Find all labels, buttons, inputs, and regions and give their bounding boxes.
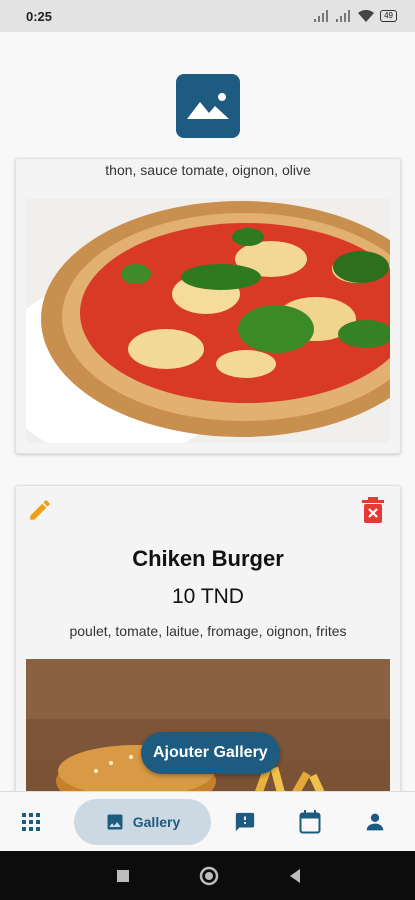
nav-item-feedback[interactable] bbox=[224, 792, 266, 852]
image-icon bbox=[187, 93, 229, 119]
back-button[interactable] bbox=[280, 851, 310, 900]
nav-item-calendar[interactable] bbox=[289, 792, 331, 852]
status-time: 0:25 bbox=[26, 8, 53, 24]
feedback-icon bbox=[235, 812, 255, 832]
status-icons: 49 bbox=[314, 10, 397, 22]
person-icon bbox=[366, 813, 384, 831]
nav-item-apps[interactable] bbox=[10, 792, 52, 852]
gallery-content[interactable]: thon, sauce tomate, oignon, olive Chiken… bbox=[0, 32, 415, 791]
back-triangle-icon bbox=[290, 868, 300, 883]
pizza-photo bbox=[26, 199, 390, 443]
item-name: Chiken Burger bbox=[132, 546, 284, 571]
apps-grid-icon bbox=[22, 813, 40, 831]
system-nav-bar bbox=[0, 851, 415, 900]
battery-icon: 49 bbox=[380, 10, 397, 22]
wifi-icon bbox=[358, 10, 375, 22]
recents-button[interactable] bbox=[108, 851, 138, 900]
item-ingredients: thon, sauce tomate, oignon, olive bbox=[105, 162, 311, 178]
square-icon bbox=[117, 869, 129, 882]
nav-label-gallery: Gallery bbox=[132, 814, 181, 830]
image-icon bbox=[107, 814, 123, 830]
nav-item-gallery[interactable]: Gallery bbox=[74, 799, 211, 845]
item-ingredients: poulet, tomate, laitue, fromage, oignon,… bbox=[69, 623, 347, 639]
calendar-icon bbox=[299, 810, 321, 834]
bottom-nav: Gallery bbox=[0, 791, 415, 851]
nav-item-profile[interactable] bbox=[354, 792, 396, 852]
gallery-logo bbox=[176, 74, 240, 138]
add-gallery-button[interactable]: Ajouter Gallery bbox=[141, 732, 280, 774]
item-price: 10 TND bbox=[172, 585, 244, 608]
home-button[interactable] bbox=[194, 851, 224, 900]
signal-icon-2 bbox=[336, 10, 351, 22]
pencil-icon bbox=[30, 500, 50, 520]
gallery-card[interactable]: thon, sauce tomate, oignon, olive bbox=[15, 158, 401, 454]
delete-button[interactable] bbox=[360, 496, 386, 524]
edit-button[interactable] bbox=[26, 496, 54, 524]
status-bar: 0:25 49 bbox=[0, 0, 415, 32]
trash-icon bbox=[362, 497, 384, 523]
circle-icon bbox=[199, 866, 219, 885]
signal-icon bbox=[314, 10, 329, 22]
